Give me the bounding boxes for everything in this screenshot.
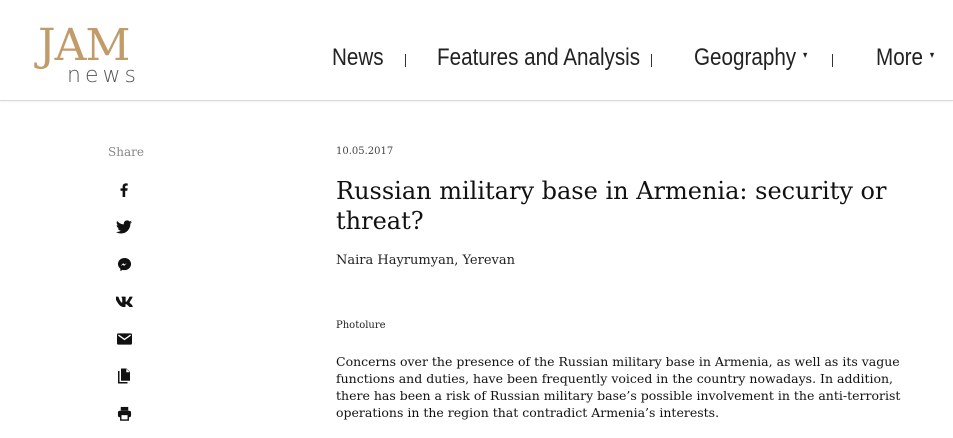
nav-separator	[832, 54, 833, 67]
nav-more-dropdown[interactable]: More ▾	[876, 44, 934, 73]
article-title: Russian military base in Armenia: securi…	[336, 177, 887, 235]
nav-separator	[651, 54, 652, 67]
nav-news[interactable]: News	[332, 44, 384, 72]
facebook-icon[interactable]	[115, 181, 133, 199]
article-date: 10.05.2017	[336, 146, 394, 157]
photo-credit: Photolure	[336, 320, 386, 331]
article-lead-paragraph: Concerns over the presence of the Russia…	[336, 354, 901, 420]
vk-icon[interactable]	[115, 292, 133, 310]
logo-news-text: news	[67, 63, 140, 88]
nav-separator	[405, 54, 406, 67]
print-icon[interactable]	[115, 404, 133, 422]
chevron-down-icon: ▾	[803, 49, 808, 61]
nav-features-and-analysis[interactable]: Features and Analysis	[437, 44, 640, 72]
chevron-down-icon: ▾	[929, 49, 935, 61]
nav-geography-label: Geography	[694, 44, 797, 71]
messenger-icon[interactable]	[115, 255, 133, 273]
nav-more-label: More	[876, 44, 924, 71]
jamnews-logo[interactable]: JAM news	[38, 24, 158, 88]
email-icon[interactable]	[115, 330, 133, 348]
article-author[interactable]: Naira Hayrumyan, Yerevan	[336, 253, 515, 268]
logo-jam-text: JAM	[38, 20, 130, 71]
nav-geography-dropdown[interactable]: Geography ▾	[694, 44, 807, 73]
share-label: Share	[108, 145, 144, 159]
twitter-icon[interactable]	[115, 218, 133, 236]
site-header: JAM news News Features and Analysis Geog…	[0, 0, 953, 101]
copy-icon[interactable]	[115, 367, 133, 385]
